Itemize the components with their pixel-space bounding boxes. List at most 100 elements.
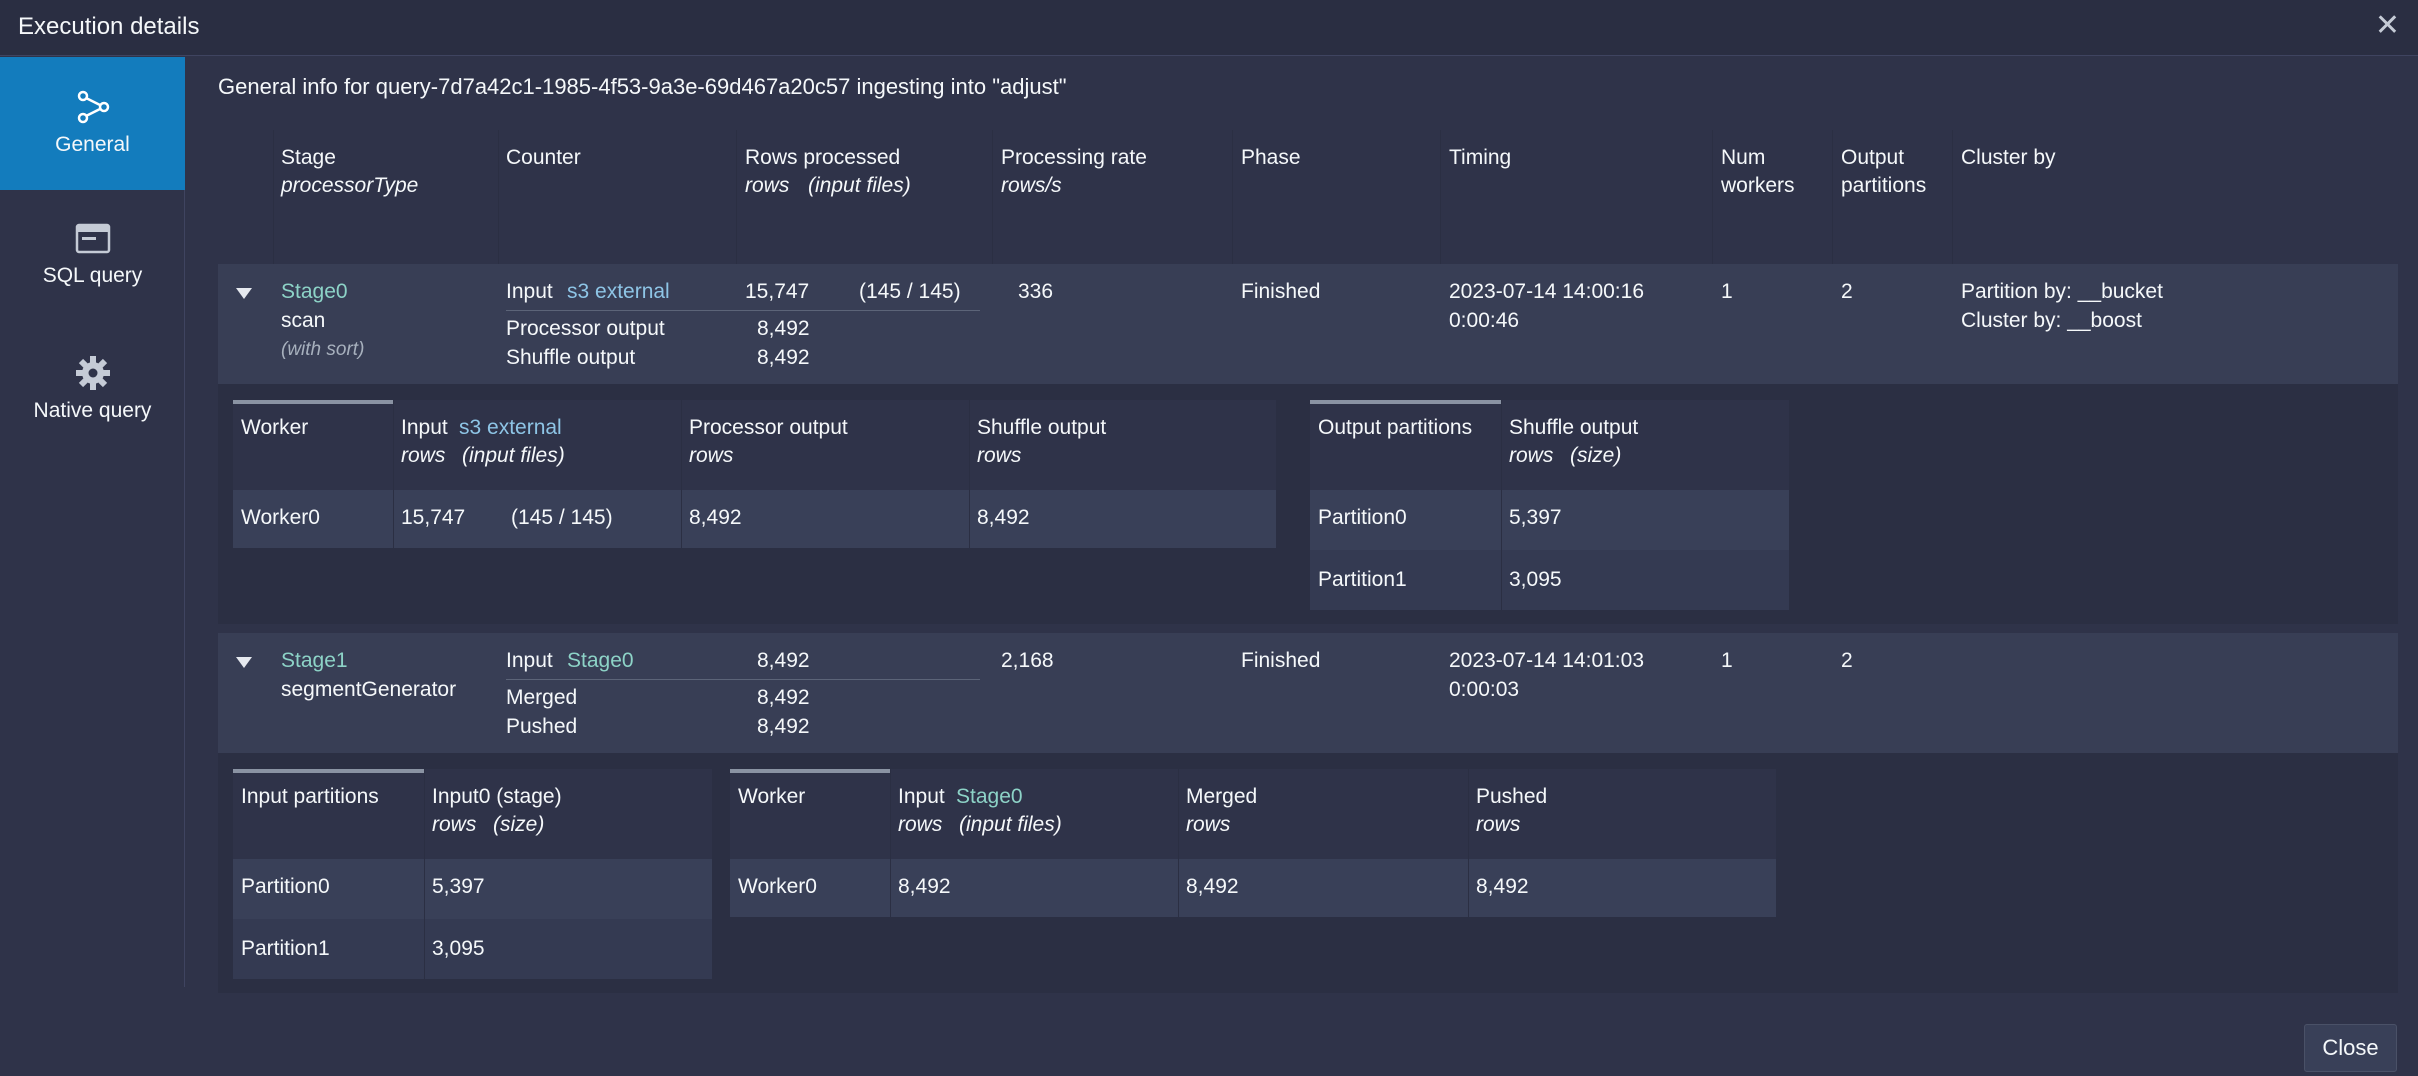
counter-value: 8,492 [757, 715, 810, 738]
counter-value: 8,492 [757, 317, 810, 340]
counter-label: Merged [506, 686, 578, 709]
stage0-workers-table: Worker Input s3 external rows (input fil… [233, 400, 1276, 548]
cog-icon [75, 356, 110, 390]
partition-value: 3,095 [432, 937, 485, 960]
phase: Finished [1241, 649, 1321, 672]
sidebar-item-native-query[interactable]: Native query [0, 323, 185, 456]
header-input-sub2: (size) [493, 813, 545, 836]
partition-value: 5,397 [432, 875, 485, 898]
header-pushed: Pushed [1476, 785, 1548, 808]
header-shuffle-output-sub: rows [977, 444, 1022, 467]
header-input-sub: rows [401, 444, 446, 467]
stage-type: scan [281, 309, 326, 332]
application-icon [75, 223, 110, 254]
worker-input: 8,492 [898, 875, 951, 898]
output-partitions: 2 [1841, 280, 1853, 303]
stage-name: Stage0 [281, 280, 348, 303]
counter-input-source: s3 external [567, 280, 670, 303]
sidebar-item-label: Native query [33, 399, 152, 422]
header-rows-sub: rows [745, 174, 790, 197]
divider [506, 310, 980, 311]
caret-down-icon[interactable] [236, 288, 252, 299]
caret-down-icon[interactable] [236, 657, 252, 668]
header-stage-sub: processorType [281, 174, 419, 197]
sidebar-item-general[interactable]: General [0, 57, 185, 190]
processing-rate: 2,168 [1001, 649, 1054, 672]
table-row-stage1[interactable]: Stage1 segmentGenerator Input Stage0 8,4… [218, 633, 2398, 753]
dialog-title: Execution details [18, 13, 200, 40]
timing-start: 2023-07-14 14:01:03 [1449, 649, 1644, 672]
timing-duration: 0:00:03 [1449, 678, 1520, 701]
header-input-sub: rows [432, 813, 477, 836]
close-icon[interactable]: ✕ [2375, 8, 2400, 43]
partition-name: Partition1 [241, 937, 330, 960]
header-stage: Stage [281, 146, 336, 169]
counter-value: 8,492 [757, 686, 810, 709]
stage1-workers-table: Worker Input Stage0 rows (input files) M… [730, 769, 1776, 917]
counter-label: Processor output [506, 317, 665, 340]
worker-shuffle-output: 8,492 [977, 506, 1030, 529]
header-rows-sub2: (input files) [808, 174, 911, 197]
worker-name: Worker0 [738, 875, 817, 898]
stage0-detail: Worker Input s3 external rows (input fil… [218, 384, 2398, 624]
timing-duration: 0:00:46 [1449, 309, 1520, 332]
counter-input-label: Input [506, 649, 553, 672]
phase: Finished [1241, 280, 1321, 303]
partition-value: 3,095 [1509, 568, 1562, 591]
header-output-partitions: Output [1841, 146, 1905, 169]
header-cluster-by: Cluster by [1961, 146, 2056, 169]
partition-name: Partition1 [1318, 568, 1407, 591]
header-worker: Worker [241, 416, 309, 439]
partition-name: Partition0 [1318, 506, 1407, 529]
header-counter: Counter [506, 146, 581, 169]
stage-name: Stage1 [281, 649, 348, 672]
sidebar: General SQL query Native query [0, 57, 185, 987]
table-row-stage0[interactable]: Stage0 scan (with sort) Input s3 externa… [218, 264, 2398, 384]
header-workers-2: workers [1721, 174, 1795, 197]
header-worker: Worker [738, 785, 806, 808]
partition-value: 5,397 [1509, 506, 1562, 529]
worker-merged: 8,492 [1186, 875, 1239, 898]
input-rows: 15,747 [745, 280, 810, 303]
sidebar-item-label: General [55, 133, 130, 156]
sidebar-item-label: SQL query [42, 264, 143, 287]
header-output-partitions-2: partitions [1841, 174, 1927, 197]
graph-icon [77, 90, 109, 124]
header-shuffle-output: Shuffle output [977, 416, 1107, 439]
partition-name: Partition0 [241, 875, 330, 898]
header-timing: Timing [1449, 146, 1512, 169]
worker-rows: 15,747 [401, 506, 466, 529]
sidebar-item-sql-query[interactable]: SQL query [0, 190, 185, 323]
header-phase: Phase [1241, 146, 1301, 169]
general-info-text: General info for query-7d7a42c1-1985-4f5… [218, 74, 1067, 99]
table-row [233, 490, 1276, 548]
header-shuffle-output: Shuffle output [1509, 416, 1639, 439]
input-files: (145 / 145) [859, 280, 961, 303]
header-shuffle-sub: rows [1509, 444, 1554, 467]
num-workers: 1 [1721, 649, 1733, 672]
table-row [730, 859, 1776, 917]
counter-value: 8,492 [757, 346, 810, 369]
header-input-partitions: Input partitions [241, 785, 379, 808]
cluster-partition-by: Partition by: __bucket [1961, 280, 2163, 303]
header-shuffle-sub2: (size) [1570, 444, 1622, 467]
timing-start: 2023-07-14 14:00:16 [1449, 280, 1644, 303]
header-merged-sub: rows [1186, 813, 1231, 836]
header-input-sub: rows [898, 813, 943, 836]
header-input-sub2: (input files) [462, 444, 565, 467]
worker-pushed: 8,492 [1476, 875, 1529, 898]
close-button[interactable]: Close [2304, 1024, 2397, 1072]
dialog-header: Execution details ✕ [0, 0, 2418, 56]
counter-input-source: Stage0 [567, 649, 634, 672]
header-input-stage: Input0 (stage) [432, 785, 562, 808]
stage0-partitions-table: Output partitions Shuffle output rows (s… [1310, 400, 1789, 610]
header-output-partitions: Output partitions [1318, 416, 1473, 439]
counter-label: Pushed [506, 715, 578, 738]
processing-rate: 336 [1018, 280, 1054, 303]
header-workers: Num [1721, 146, 1766, 169]
worker-processor-output: 8,492 [689, 506, 742, 529]
header-rows: Rows processed [745, 146, 901, 169]
header-processor-output-sub: rows [689, 444, 734, 467]
header-input: Input [898, 785, 945, 808]
stage1-detail: Input partitions Input0 (stage) rows (si… [218, 753, 2398, 993]
